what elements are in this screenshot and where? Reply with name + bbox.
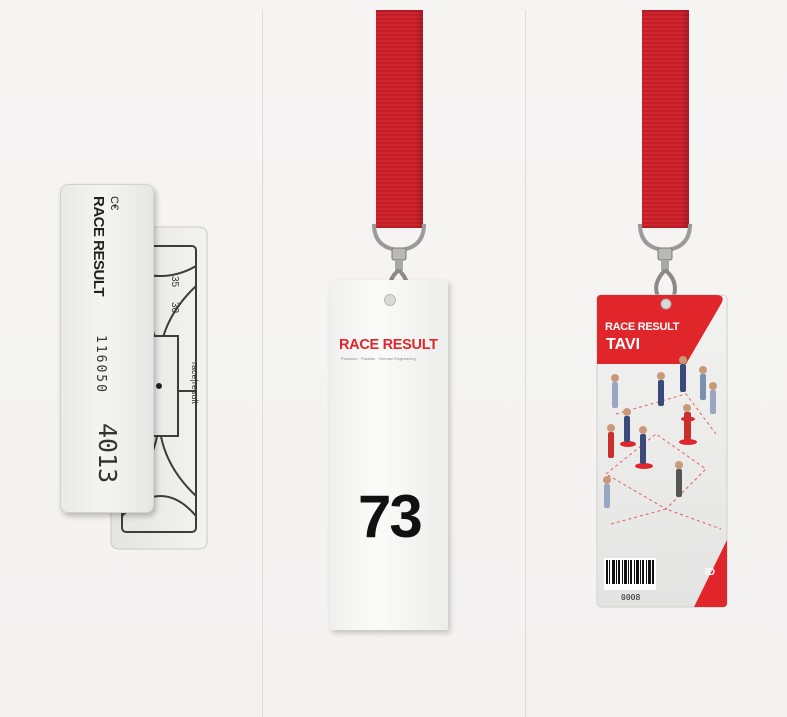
tavi-id-badge: ID	[705, 567, 715, 578]
tavi-product-name: TAVI	[606, 336, 641, 353]
chip-mark-30: 30	[169, 302, 180, 314]
lanyard-strap-middle	[376, 10, 423, 228]
chip-imprint: race|result	[190, 362, 200, 404]
barcode	[606, 560, 654, 584]
tag-ce-mark: C€	[108, 196, 120, 211]
card-hole	[384, 294, 396, 306]
card-tagline: Precision · Passion · German Engineering	[341, 356, 416, 361]
chip-mark-35: 35	[169, 276, 180, 288]
lanyard-strap-right	[642, 10, 689, 228]
tag-brand-logo: RACE RESULT	[90, 196, 107, 297]
card-bib-number: 73	[358, 483, 423, 550]
tavi-brand-logo: RACE RESULT	[605, 321, 680, 333]
tavi-barcode-number: 0008	[621, 593, 641, 602]
white-card	[330, 280, 448, 630]
card-brand-logo: RACE RESULT	[339, 337, 438, 353]
tag-serial: 116050	[93, 335, 108, 394]
tag-number: 4013	[93, 423, 122, 484]
